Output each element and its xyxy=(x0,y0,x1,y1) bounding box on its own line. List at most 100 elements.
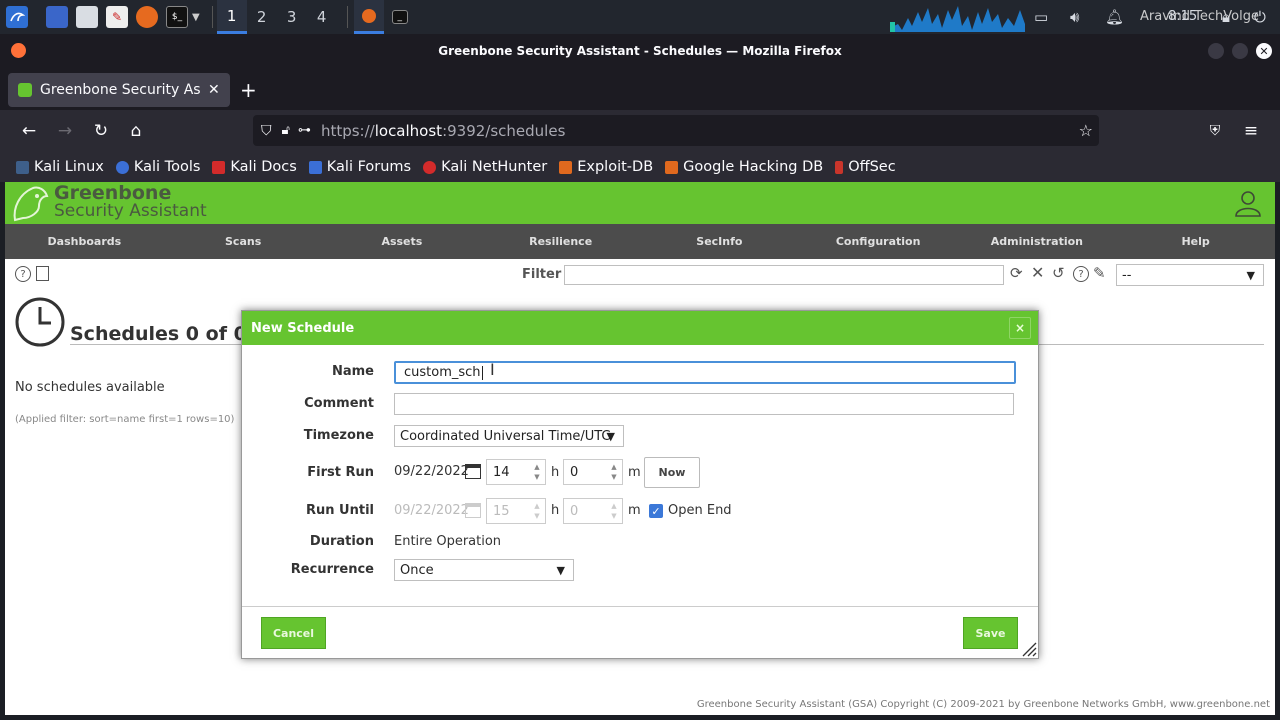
reload-button[interactable]: ↻ xyxy=(88,118,114,144)
filter-help-icon[interactable]: ? xyxy=(1073,266,1089,282)
minute-unit: m xyxy=(628,503,641,518)
close-icon: × xyxy=(1014,321,1026,335)
kali-tools-icon xyxy=(115,160,129,174)
menu-administration[interactable]: Administration xyxy=(958,224,1117,259)
stepper-arrows-icon[interactable]: ▲ ▼ xyxy=(608,462,620,482)
power-icon[interactable]: ⏻ xyxy=(1254,8,1266,26)
bookmark-kali-forums[interactable]: Kali Forums xyxy=(308,159,411,175)
shield-icon[interactable]: ⛉ xyxy=(261,123,272,139)
notification-bell-icon[interactable]: 🔔︎ xyxy=(1105,8,1124,26)
workspace-1[interactable]: 1 xyxy=(216,0,247,34)
chevron-down-icon: ▼ xyxy=(556,563,565,577)
pocket-icon[interactable]: ⛨ xyxy=(1202,118,1228,144)
open-end-label[interactable]: Open End xyxy=(668,503,732,518)
close-tab-icon[interactable]: ✕ xyxy=(208,82,220,98)
kali-menu-icon[interactable] xyxy=(6,6,28,28)
cancel-label: Cancel xyxy=(272,626,315,640)
os-taskbar: ✎ $_ ▼ 1 2 3 4 _ xyxy=(0,0,1280,34)
bookmark-kali-linux[interactable]: Kali Linux xyxy=(16,159,104,175)
first-run-date[interactable]: 09/22/2022 xyxy=(394,464,469,479)
url-bar[interactable]: ⛉ 🔓︎ ⊶ https://localhost:9392/schedules … xyxy=(253,115,1099,146)
resize-handle-icon[interactable] xyxy=(1021,641,1037,657)
name-label: Name xyxy=(331,364,374,379)
hour-unit: h xyxy=(551,465,560,480)
dialog-title: New Schedule xyxy=(251,320,355,336)
bookmark-google-hacking-db[interactable]: Google Hacking DB xyxy=(665,159,823,175)
filter-input[interactable] xyxy=(564,265,1004,285)
menu-configuration[interactable]: Configuration xyxy=(799,224,958,259)
bookmark-kali-docs[interactable]: Kali Docs xyxy=(212,159,297,175)
mouse-ibeam-cursor: I xyxy=(490,360,495,379)
terminal-task-icon[interactable]: _ xyxy=(391,10,408,24)
comment-input[interactable] xyxy=(394,393,1014,415)
refresh-filter-icon[interactable]: ⟳ xyxy=(1010,264,1023,282)
close-window-button[interactable]: ✕ xyxy=(1256,43,1272,59)
user-icon[interactable] xyxy=(1233,188,1263,218)
open-end-checkbox[interactable]: ✓ xyxy=(649,504,663,518)
desktop-icon[interactable] xyxy=(46,6,68,28)
menu-dashboards[interactable]: Dashboards xyxy=(5,224,164,259)
help-icon[interactable]: ? xyxy=(15,266,31,282)
now-button[interactable]: Now xyxy=(644,457,700,488)
hamburger-menu-icon[interactable]: ≡ xyxy=(1238,118,1264,144)
menu-scans[interactable]: Scans xyxy=(164,224,323,259)
text-editor-icon[interactable]: ✎ xyxy=(106,6,128,28)
duration-label: Duration xyxy=(309,534,374,549)
permissions-icon[interactable]: ⊶ xyxy=(298,123,311,138)
new-schedule-icon[interactable] xyxy=(36,266,49,281)
save-label: Save xyxy=(975,626,1006,640)
volume-icon[interactable]: 🔊︎ xyxy=(1070,8,1079,26)
timezone-select[interactable]: Coordinated Universal Time/UTC ▼ xyxy=(394,425,624,447)
hour-unit: h xyxy=(551,503,560,518)
calendar-icon[interactable] xyxy=(465,464,481,479)
dialog-footer-divider xyxy=(242,606,1038,607)
run-until-date: 09/22/2022 xyxy=(394,503,469,518)
firefox-icon[interactable] xyxy=(136,6,158,28)
bookmark-exploit-db[interactable]: Exploit-DB xyxy=(559,159,653,175)
save-button[interactable]: Save xyxy=(963,617,1018,649)
new-tab-button[interactable]: + xyxy=(240,78,257,102)
lock-insecure-icon[interactable]: 🔓︎ xyxy=(282,123,290,138)
bookmark-star-icon[interactable]: ☆ xyxy=(1079,121,1093,140)
tab-greenbone[interactable]: Greenbone Security Assis ✕ xyxy=(8,73,230,107)
name-input[interactable]: custom_sch xyxy=(394,361,1016,384)
first-run-hour-stepper[interactable]: 14 ▲ ▼ xyxy=(486,459,546,485)
lock-icon[interactable]: 🔒︎ xyxy=(1222,8,1230,26)
maximize-button[interactable] xyxy=(1232,43,1248,59)
bookmark-kali-nethunter[interactable]: Kali NetHunter xyxy=(423,159,547,175)
menu-secinfo[interactable]: SecInfo xyxy=(640,224,799,259)
close-dialog-button[interactable]: × xyxy=(1009,317,1031,339)
filter-select[interactable]: -- ▼ xyxy=(1116,264,1264,286)
gsa-logo-line2: Security Assistant xyxy=(54,201,207,221)
menu-assets[interactable]: Assets xyxy=(323,224,482,259)
forward-button[interactable]: → xyxy=(52,118,78,144)
workspace-2[interactable]: 2 xyxy=(247,0,277,34)
recurrence-select[interactable]: Once ▼ xyxy=(394,559,574,581)
window-titlebar: Greenbone Security Assistant - Schedules… xyxy=(0,34,1280,68)
firefox-task-icon[interactable] xyxy=(353,0,384,34)
clear-filter-icon[interactable]: ✕ xyxy=(1031,263,1044,282)
name-input-value: custom_sch xyxy=(404,365,481,380)
stepper-arrows-icon[interactable]: ▲ ▼ xyxy=(531,462,543,482)
bookmark-kali-tools[interactable]: Kali Tools xyxy=(115,159,200,175)
url-prefix: https:// xyxy=(320,121,375,140)
display-icon[interactable]: ▭ xyxy=(1034,8,1048,26)
workspace-4[interactable]: 4 xyxy=(307,0,337,34)
bookmark-offsec[interactable]: OffSec xyxy=(835,159,896,175)
edit-filter-icon[interactable]: ✎ xyxy=(1093,264,1106,282)
home-button[interactable]: ⌂ xyxy=(123,118,149,144)
chevron-down-icon[interactable]: ▼ xyxy=(192,12,200,23)
separator xyxy=(346,6,348,28)
terminal-icon[interactable]: $_ xyxy=(166,6,188,28)
menu-resilience[interactable]: Resilience xyxy=(481,224,640,259)
url-host: localhost xyxy=(374,121,443,140)
file-manager-icon[interactable] xyxy=(76,6,98,28)
cancel-button[interactable]: Cancel xyxy=(261,617,326,649)
back-button[interactable]: ← xyxy=(16,118,42,144)
reset-filter-icon[interactable]: ↺ xyxy=(1052,264,1065,282)
offsec-icon xyxy=(835,160,844,174)
minimize-button[interactable] xyxy=(1208,43,1224,59)
menu-help[interactable]: Help xyxy=(1116,224,1275,259)
workspace-3[interactable]: 3 xyxy=(277,0,307,34)
first-run-minute-stepper[interactable]: 0 ▲ ▼ xyxy=(563,459,623,485)
